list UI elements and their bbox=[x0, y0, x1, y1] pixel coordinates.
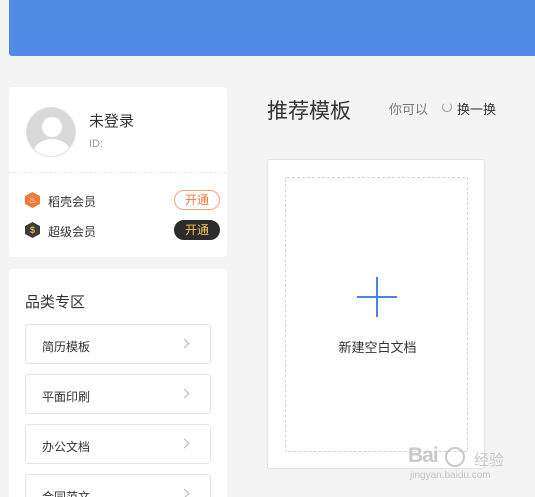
membership-label: 超级会员 bbox=[48, 225, 97, 239]
user-card: 未登录 ID: ♨ 稻壳会员 开通 $ 超级会员 开通 bbox=[9, 87, 227, 257]
category-section: 品类专区 简历模板 平面印刷 办公文档 合同范文 bbox=[9, 269, 227, 497]
watermark-brand: Bai bbox=[408, 444, 439, 467]
refresh-icon[interactable] bbox=[442, 102, 452, 112]
new-blank-document-button[interactable]: 新建空白文档 bbox=[285, 177, 468, 452]
login-status[interactable]: 未登录 bbox=[89, 110, 134, 131]
avatar[interactable] bbox=[26, 107, 76, 157]
category-item-contract[interactable]: 合同范文 bbox=[25, 474, 211, 497]
avatar-body-shape bbox=[33, 139, 71, 156]
avatar-head-shape bbox=[42, 117, 62, 137]
membership-row-super: $ 超级会员 开通 bbox=[25, 219, 220, 241]
watermark: Bai 经验 jingyan.baidu.com bbox=[408, 444, 518, 488]
category-title: 品类专区 bbox=[25, 294, 86, 311]
open-rice-member-button[interactable]: 开通 bbox=[174, 190, 220, 210]
refresh-hint: 你可以 bbox=[389, 102, 429, 117]
chevron-right-icon bbox=[179, 488, 190, 497]
category-item-label: 办公文档 bbox=[42, 440, 91, 454]
watermark-url: jingyan.baidu.com bbox=[410, 470, 491, 481]
refresh-button[interactable]: 换一换 bbox=[457, 99, 496, 118]
chevron-right-icon bbox=[179, 388, 190, 399]
watermark-brand-cn: 经验 bbox=[474, 452, 505, 469]
top-banner bbox=[9, 0, 535, 56]
category-item-office[interactable]: 办公文档 bbox=[25, 424, 211, 464]
user-id-label: ID: bbox=[89, 138, 104, 150]
paw-icon bbox=[445, 447, 465, 467]
chevron-right-icon bbox=[179, 338, 190, 349]
blank-template-card: 新建空白文档 bbox=[267, 159, 485, 469]
category-item-label: 简历模板 bbox=[42, 340, 91, 354]
membership-label: 稻壳会员 bbox=[48, 195, 97, 209]
chevron-right-icon bbox=[179, 438, 190, 449]
category-item-label: 合同范文 bbox=[42, 490, 91, 497]
membership-row-rice: ♨ 稻壳会员 开通 bbox=[25, 189, 220, 211]
category-item-resume[interactable]: 简历模板 bbox=[25, 324, 211, 364]
rice-member-icon: ♨ bbox=[25, 192, 40, 208]
page-title: 推荐模板 bbox=[267, 100, 351, 123]
divider bbox=[9, 172, 227, 173]
super-member-icon: $ bbox=[25, 222, 40, 238]
open-super-member-button[interactable]: 开通 bbox=[174, 220, 220, 240]
plus-icon-vertical bbox=[376, 277, 378, 317]
category-item-print[interactable]: 平面印刷 bbox=[25, 374, 211, 414]
category-item-label: 平面印刷 bbox=[42, 390, 91, 404]
new-blank-document-label: 新建空白文档 bbox=[338, 340, 417, 355]
